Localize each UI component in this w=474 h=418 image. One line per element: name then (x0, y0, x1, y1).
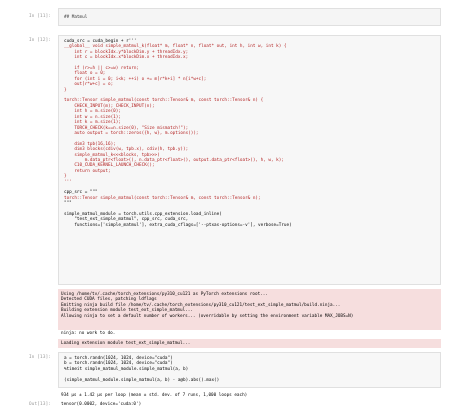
out-prompt: Out[13]: (28, 402, 51, 407)
code-line: """ (64, 201, 72, 207)
code-line: simple_matmul_k<<<blocks, tpb>>>( (74, 152, 160, 158)
cell-prompt: In [13]: (28, 355, 51, 360)
cell-prompt: In [12]: (28, 38, 51, 43)
stdout-text: ninja: no work to do. (61, 331, 116, 336)
code-line: dim3 tpb(16,16); (74, 141, 116, 147)
code-line: %timeit simple_matmul_module.simple_matm… (64, 366, 189, 372)
code-line: functions=['simple_matmul'], extra_cuda_… (64, 222, 292, 228)
stderr-line: Detected CUDA files, patching ldflags (61, 297, 157, 303)
code-editor[interactable]: a = torch.randn(1024, 1024, device="cuda… (58, 352, 441, 388)
markdown-source: ## Matmul (64, 15, 88, 20)
code-line: return output; (74, 168, 111, 174)
code-editor[interactable]: cuda_src = cuda_begin + r''' __global__ … (58, 35, 441, 285)
code-line: TORCH_CHECK(k==n.size(0), "Size mismatch… (74, 125, 189, 131)
code-line: __global__ void simple_matmul_k(float* m… (64, 44, 287, 50)
code-line: } (64, 87, 67, 93)
code-line: torch::Tensor simple_matmul(const torch:… (64, 98, 264, 104)
code-line: C10_CUDA_KERNEL_LAUNCH_CHECK(); (74, 163, 155, 169)
stdout-output: 934 µs ± 1.42 µs per loop (mean ± std. d… (58, 392, 441, 400)
stderr-output-2: Loading extension module test_ext_simple… (58, 339, 441, 348)
code-line: int w = n.size(1); (74, 114, 121, 120)
markdown-editor[interactable]: ## Matmul (58, 8, 441, 26)
stderr-line: Allowing ninja to set a default number o… (61, 313, 354, 319)
code-line: "test_ext_simple_matmul", cpp_src, cuda_… (74, 217, 189, 223)
code-line: float o = 0; (74, 71, 106, 77)
stderr-line: Building extension module test_ext_simpl… (61, 308, 193, 314)
code-line: ''' (64, 179, 72, 185)
cell-prompt: In [11]: (28, 14, 51, 19)
code-line: cpp_src = """ (64, 190, 98, 196)
stderr-text: Using /home/tv/.cache/torch_extensions/p… (58, 289, 441, 322)
code-line: torch::Tensor simple_matmul(const torch:… (64, 195, 261, 201)
code-line: int k = m.size(1); (74, 120, 121, 126)
stderr-output: Using /home/tv/.cache/torch_extensions/p… (58, 289, 441, 330)
code-line: (simple_matmul_module.simple_matmul(a, b… (64, 377, 220, 383)
code-line: b = torch.randn(1024, 1024, device="cuda… (64, 361, 173, 367)
code-source: a = torch.randn(1024, 1024, device="cuda… (59, 353, 440, 386)
code-line: int c = blockIdx.x*blockDim.x + threadId… (74, 55, 189, 61)
stderr-text-2: Loading extension module test_ext_simple… (61, 341, 191, 346)
code-source: cuda_src = cuda_begin + r''' __global__ … (59, 36, 440, 231)
code-line: } (64, 174, 67, 180)
result-output: tensor(0.0002, device='cuda:0') (58, 401, 441, 409)
code-line: out[r*w+c] = o; (74, 82, 114, 88)
stdout-output: ninja: no work to do. (58, 330, 441, 338)
stdout-text: 934 µs ± 1.42 µs per loop (mean ± std. d… (61, 393, 248, 398)
code-line: auto output = torch::zeros({h, w}, m.opt… (74, 130, 199, 136)
result-text: tensor(0.0002, device='cuda:0') (61, 402, 142, 407)
code-line: dim3 blocks(cdiv(w, tpb.x), cdiv(h, tpb.… (74, 147, 189, 153)
code-line: int h = m.size(0); (74, 109, 121, 115)
